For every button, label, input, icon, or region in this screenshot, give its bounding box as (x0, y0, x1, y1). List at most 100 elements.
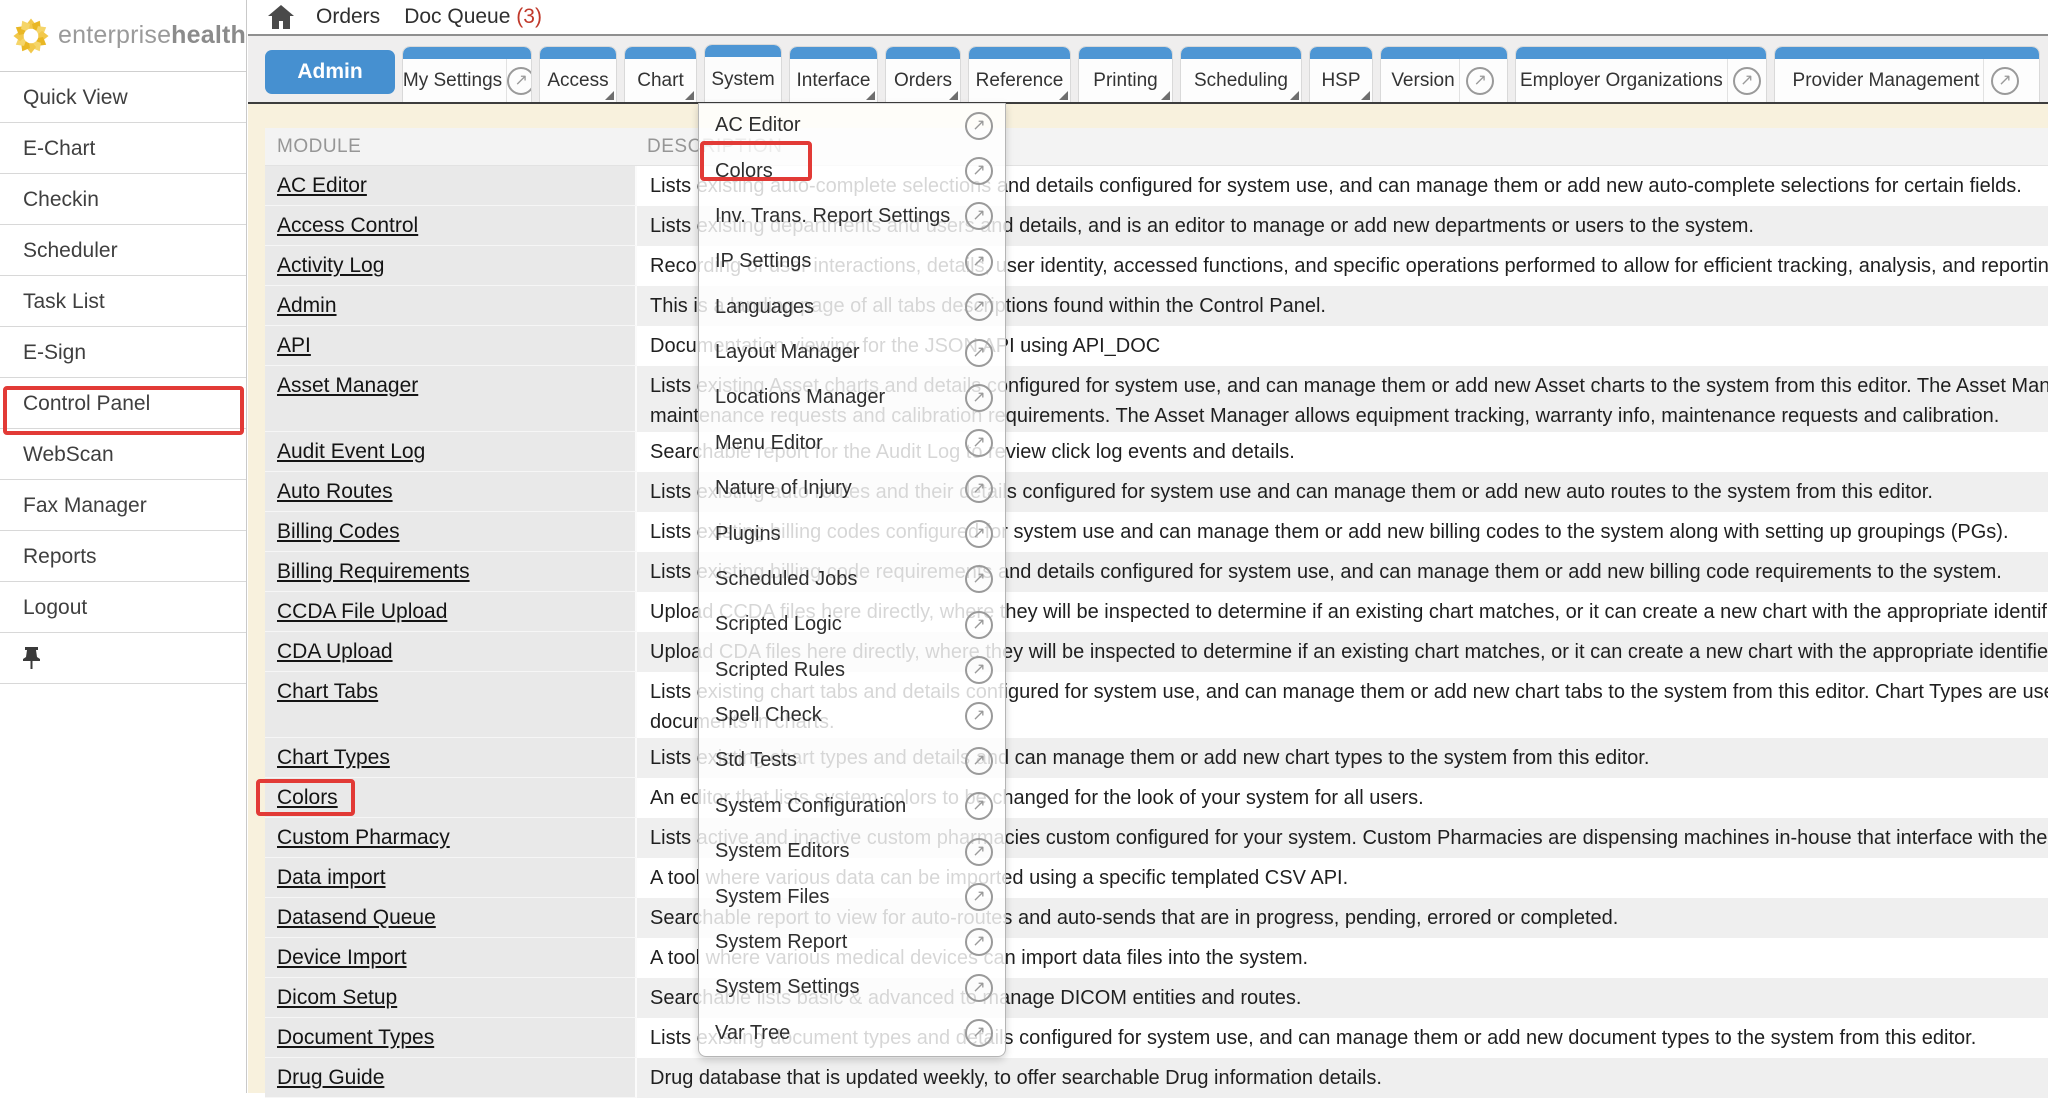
module-link-cda-upload[interactable]: CDA Upload (277, 640, 393, 663)
menu-item-open-new-window[interactable]: ↗ (965, 384, 993, 412)
menu-item-open-new-window[interactable]: ↗ (965, 792, 993, 820)
menu-item-open-new-window[interactable]: ↗ (965, 838, 993, 866)
tab-open-new-window[interactable]: ↗ (506, 59, 532, 102)
menu-item-system-editors[interactable]: System Editors↗ (699, 829, 1005, 874)
menu-item-spell-check[interactable]: Spell Check↗ (699, 693, 1005, 738)
tab-version[interactable]: Version↗ (1380, 46, 1508, 102)
module-link-custom-pharmacy[interactable]: Custom Pharmacy (277, 826, 450, 849)
module-link-api[interactable]: API (277, 334, 311, 357)
menu-item-open-new-window[interactable]: ↗ (965, 656, 993, 684)
menu-item-var-tree[interactable]: Var Tree↗ (699, 1011, 1005, 1056)
module-link-admin[interactable]: Admin (277, 294, 337, 317)
tab-open-new-window[interactable]: ↗ (1459, 59, 1501, 102)
sidebar-item-e-sign[interactable]: E-Sign (0, 327, 246, 378)
tab-printing[interactable]: Printing (1078, 46, 1173, 102)
tab-hsp[interactable]: HSP (1309, 46, 1373, 102)
menu-item-open-new-window[interactable]: ↗ (965, 883, 993, 911)
module-link-data-import[interactable]: Data import (277, 866, 386, 889)
external-link-icon: ↗ (965, 656, 993, 684)
module-link-ac-editor[interactable]: AC Editor (277, 174, 367, 197)
menu-item-scheduled-jobs[interactable]: Scheduled Jobs↗ (699, 557, 1005, 602)
menu-item-open-new-window[interactable]: ↗ (965, 747, 993, 775)
menu-item-open-new-window[interactable]: ↗ (965, 157, 993, 185)
menu-item-open-new-window[interactable]: ↗ (965, 928, 993, 956)
sidebar-item-scheduler[interactable]: Scheduler (0, 225, 246, 276)
menu-item-system-configuration[interactable]: System Configuration↗ (699, 784, 1005, 829)
menu-item-open-new-window[interactable]: ↗ (965, 565, 993, 593)
tab-orders[interactable]: Orders (885, 46, 961, 102)
breadcrumb-doc-queue[interactable]: Doc Queue (3) (404, 5, 542, 29)
module-link-audit-event-log[interactable]: Audit Event Log (277, 440, 425, 463)
tab-interface[interactable]: Interface (789, 46, 878, 102)
menu-item-open-new-window[interactable]: ↗ (965, 974, 993, 1002)
menu-item-system-files[interactable]: System Files↗ (699, 874, 1005, 919)
module-cell: Colors (265, 778, 637, 818)
module-link-drug-guide[interactable]: Drug Guide (277, 1066, 384, 1089)
tab-open-new-window[interactable]: ↗ (1983, 59, 2025, 102)
menu-item-open-new-window[interactable]: ↗ (965, 339, 993, 367)
menu-item-open-new-window[interactable]: ↗ (965, 520, 993, 548)
module-link-activity-log[interactable]: Activity Log (277, 254, 384, 277)
module-link-document-types[interactable]: Document Types (277, 1026, 434, 1049)
module-link-auto-routes[interactable]: Auto Routes (277, 480, 393, 503)
sidebar-item-checkin[interactable]: Checkin (0, 174, 246, 225)
module-link-colors[interactable]: Colors (277, 786, 338, 809)
menu-item-plugins[interactable]: Plugins↗ (699, 511, 1005, 556)
module-link-billing-codes[interactable]: Billing Codes (277, 520, 400, 543)
menu-item-inv-trans-report-settings[interactable]: Inv. Trans. Report Settings↗ (699, 194, 1005, 239)
menu-item-colors[interactable]: Colors↗ (699, 148, 1005, 193)
menu-item-open-new-window[interactable]: ↗ (965, 702, 993, 730)
module-link-access-control[interactable]: Access Control (277, 214, 418, 237)
menu-item-scripted-logic[interactable]: Scripted Logic↗ (699, 602, 1005, 647)
breadcrumb-orders[interactable]: Orders (316, 5, 380, 29)
tab-my-settings[interactable]: My Settings↗ (402, 46, 532, 102)
menu-item-open-new-window[interactable]: ↗ (965, 248, 993, 276)
menu-item-languages[interactable]: Languages↗ (699, 285, 1005, 330)
menu-item-ip-settings[interactable]: IP Settings↗ (699, 239, 1005, 284)
tab-scheduling[interactable]: Scheduling (1180, 46, 1302, 102)
module-link-chart-tabs[interactable]: Chart Tabs (277, 680, 378, 703)
module-cell: Dicom Setup (265, 978, 637, 1018)
sidebar-item-e-chart[interactable]: E-Chart (0, 123, 246, 174)
sidebar-pin-toggle[interactable] (0, 633, 246, 684)
tab-reference[interactable]: Reference (968, 46, 1071, 102)
sidebar-item-task-list[interactable]: Task List (0, 276, 246, 327)
menu-item-open-new-window[interactable]: ↗ (965, 1019, 993, 1047)
menu-item-menu-editor[interactable]: Menu Editor↗ (699, 421, 1005, 466)
sidebar-item-logout[interactable]: Logout (0, 582, 246, 633)
module-link-ccda-file-upload[interactable]: CCDA File Upload (277, 600, 447, 623)
module-link-datasend-queue[interactable]: Datasend Queue (277, 906, 436, 929)
tab-employer-organizations[interactable]: Employer Organizations↗ (1515, 46, 1767, 102)
sidebar-item-quick-view[interactable]: Quick View (0, 72, 246, 123)
module-link-device-import[interactable]: Device Import (277, 946, 407, 969)
menu-item-std-tests[interactable]: Std Tests↗ (699, 738, 1005, 783)
menu-item-nature-of-injury[interactable]: Nature of Injury↗ (699, 466, 1005, 511)
menu-item-open-new-window[interactable]: ↗ (965, 429, 993, 457)
sidebar-item-control-panel[interactable]: Control Panel (0, 378, 246, 429)
menu-item-locations-manager[interactable]: Locations Manager↗ (699, 375, 1005, 420)
sidebar-item-webscan[interactable]: WebScan (0, 429, 246, 480)
module-link-billing-requirements[interactable]: Billing Requirements (277, 560, 470, 583)
module-link-dicom-setup[interactable]: Dicom Setup (277, 986, 397, 1009)
sidebar-item-fax-manager[interactable]: Fax Manager (0, 480, 246, 531)
menu-item-open-new-window[interactable]: ↗ (965, 112, 993, 140)
tab-open-new-window[interactable]: ↗ (1727, 59, 1766, 102)
tab-system[interactable]: System (704, 44, 782, 102)
tab-provider-management[interactable]: Provider Management↗ (1774, 46, 2040, 102)
menu-item-scripted-rules[interactable]: Scripted Rules↗ (699, 648, 1005, 693)
menu-item-system-report[interactable]: System Report↗ (699, 920, 1005, 965)
menu-item-layout-manager[interactable]: Layout Manager↗ (699, 330, 1005, 375)
menu-item-ac-editor[interactable]: AC Editor↗ (699, 103, 1005, 148)
sidebar-item-reports[interactable]: Reports (0, 531, 246, 582)
menu-item-open-new-window[interactable]: ↗ (965, 202, 993, 230)
home-icon[interactable] (268, 5, 294, 29)
menu-item-open-new-window[interactable]: ↗ (965, 611, 993, 639)
tab-access[interactable]: Access (539, 46, 617, 102)
module-link-asset-manager[interactable]: Asset Manager (277, 374, 418, 397)
menu-item-open-new-window[interactable]: ↗ (965, 475, 993, 503)
tab-admin[interactable]: Admin (265, 50, 395, 94)
menu-item-system-settings[interactable]: System Settings↗ (699, 965, 1005, 1010)
module-link-chart-types[interactable]: Chart Types (277, 746, 390, 769)
tab-chart[interactable]: Chart (624, 46, 697, 102)
menu-item-open-new-window[interactable]: ↗ (965, 293, 993, 321)
